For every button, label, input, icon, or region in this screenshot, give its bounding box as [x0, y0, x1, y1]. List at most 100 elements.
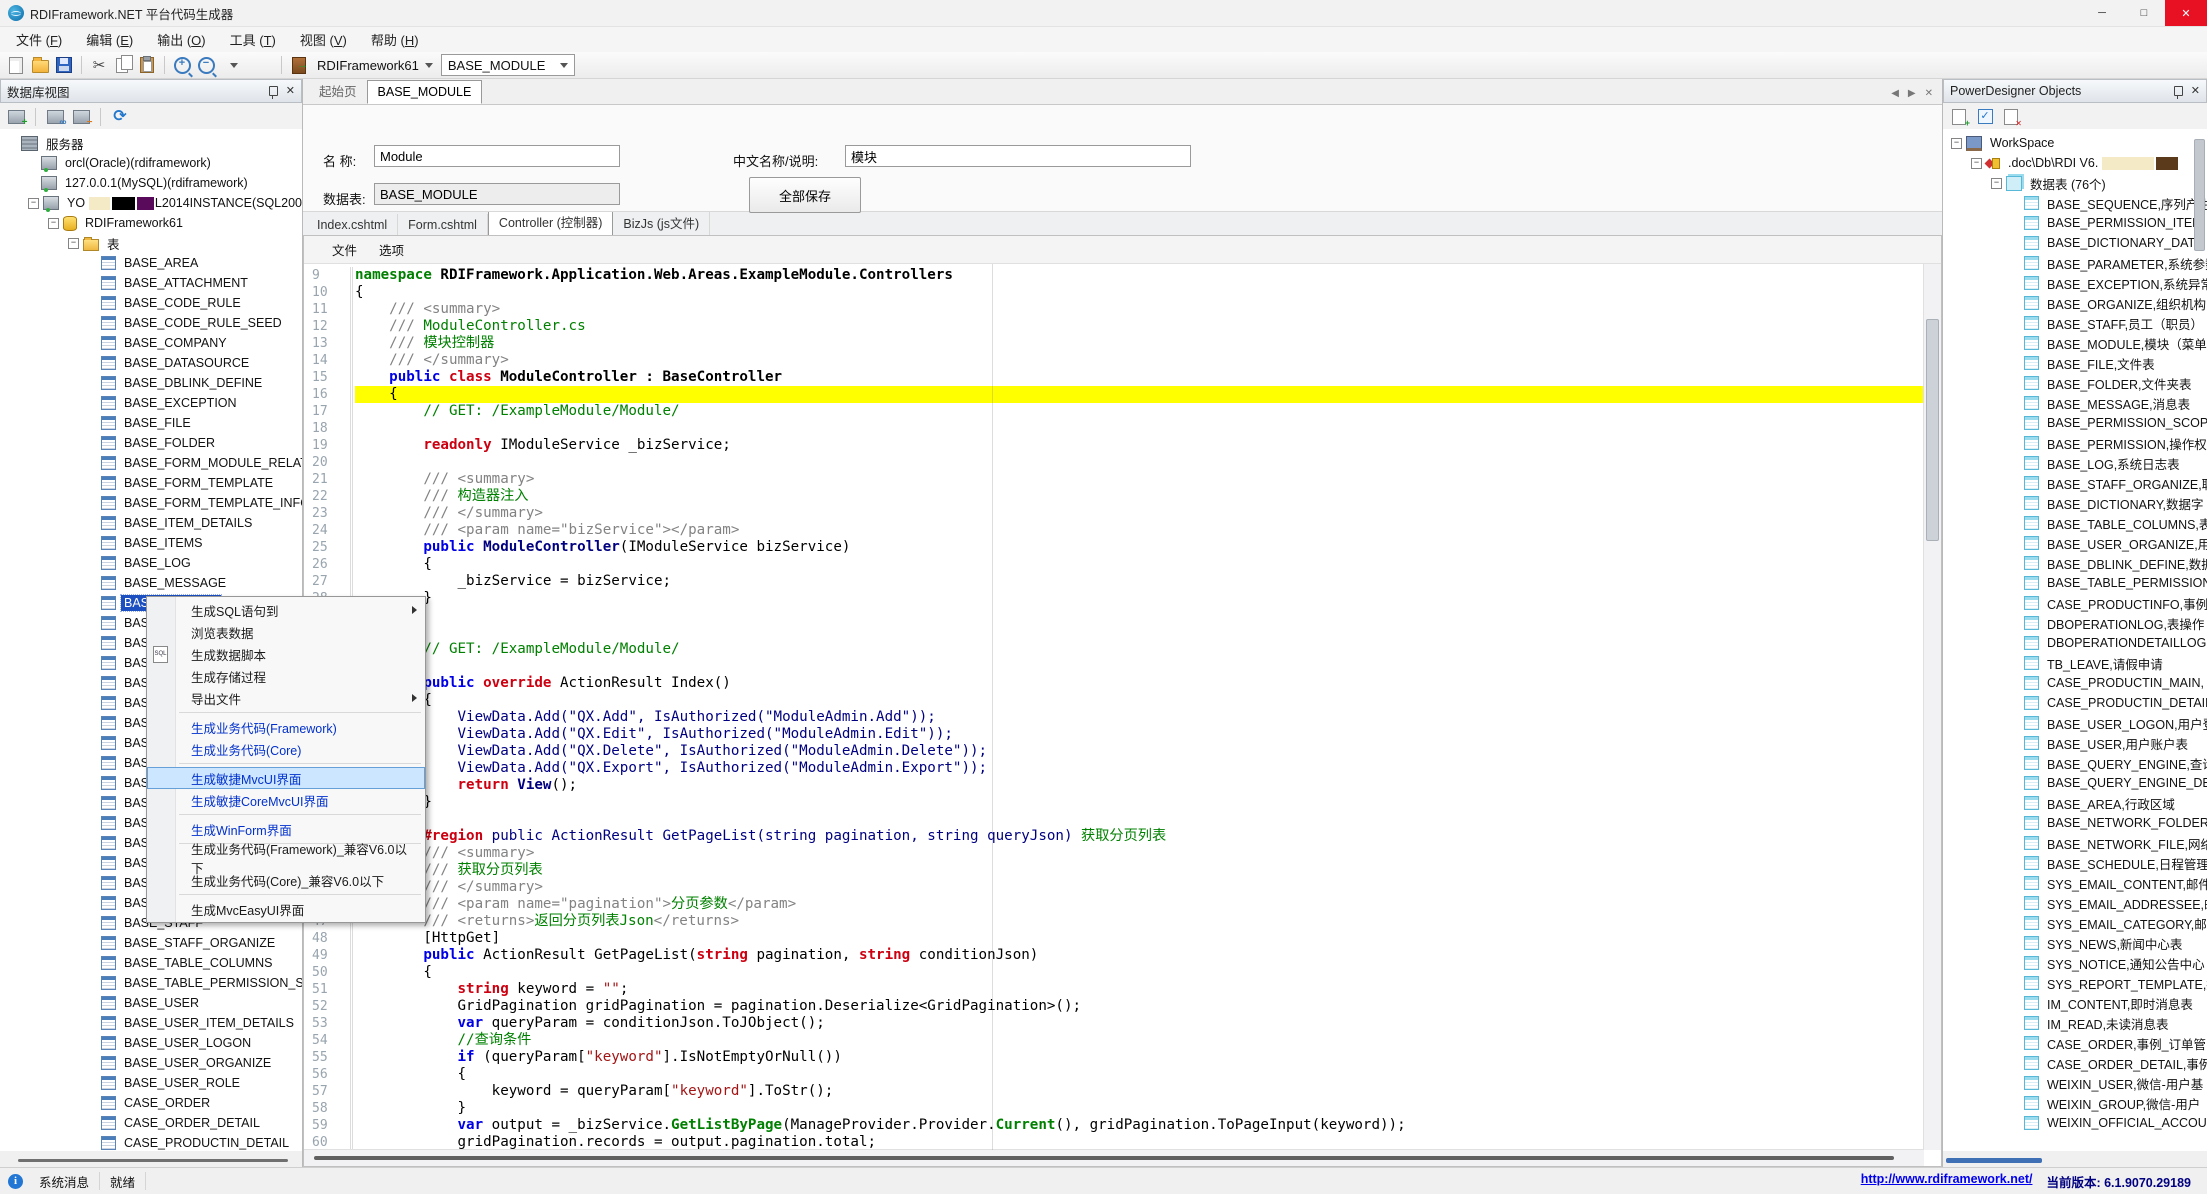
tree-table-row[interactable]: BASE_USER_ITEM_DETAILS — [0, 1013, 302, 1033]
tree-table-row[interactable]: BASE_QUERY_ENGINE,查询 — [1943, 753, 2207, 773]
tree-table-row[interactable]: BASE_STAFF,员工（职员） — [1943, 313, 2207, 333]
menubar-item[interactable]: 工具 (T) — [218, 27, 288, 52]
code-file-tab[interactable]: BizJs (js文件) — [613, 209, 710, 236]
tree-table-row[interactable]: WEIXIN_OFFICIAL_ACCOU — [1943, 1113, 2207, 1133]
exit-connection-button[interactable] — [289, 55, 309, 75]
context-menu-item[interactable]: 生成业务代码(Framework)_兼容V6.0以下 — [147, 847, 425, 869]
pin-icon[interactable] — [269, 86, 278, 96]
tree-table-row[interactable]: BASE_DBLINK_DEFINE — [0, 373, 302, 393]
tree-table-row[interactable]: BASE_FILE — [0, 413, 302, 433]
context-menu-item[interactable]: 生成存储过程 — [147, 665, 425, 687]
context-menu-item[interactable]: 生成SQL语句到 — [147, 599, 425, 621]
left-horizontal-scrollbar[interactable] — [18, 1159, 288, 1162]
tree-table-row[interactable]: BASE_MODULE,模块（菜单 — [1943, 333, 2207, 353]
paste-button[interactable] — [137, 55, 157, 75]
tree-table-row[interactable]: BASE_PERMISSION_SCOP — [1943, 413, 2207, 433]
tree-table-row[interactable]: BASE_DATASOURCE — [0, 353, 302, 373]
project-combo[interactable]: RDIFramework61 — [313, 55, 437, 75]
tree-table-row[interactable]: BASE_CODE_RULE — [0, 293, 302, 313]
tree-table-row[interactable]: BASE_FILE,文件表 — [1943, 353, 2207, 373]
tree-table-row[interactable]: BASE_AREA — [0, 253, 302, 273]
context-menu-item[interactable]: 生成敏捷CoreMvcUI界面 — [147, 789, 425, 811]
open-file-button[interactable] — [30, 55, 50, 75]
name-input[interactable] — [374, 145, 620, 167]
tree-table-row[interactable]: BASE_STAFF_ORGANIZE,职 — [1943, 473, 2207, 493]
menubar-item[interactable]: 文件 (F) — [4, 27, 74, 52]
tree-table-row[interactable]: BASE_PERMISSION,操作权 — [1943, 433, 2207, 453]
editor-vertical-scrollbar[interactable] — [1923, 264, 1941, 1150]
tree-table-row[interactable]: BASE_MESSAGE,消息表 — [1943, 393, 2207, 413]
tree-node[interactable]: −WorkSpace — [1943, 133, 2207, 153]
scrollbar-thumb[interactable] — [1926, 319, 1939, 541]
context-menu-item[interactable]: 生成敏捷MvcUI界面 — [147, 767, 425, 789]
context-menu-item[interactable]: 生成MvcEasyUI界面 — [147, 898, 425, 920]
editor-menu-item[interactable]: 选项 — [369, 237, 414, 262]
menubar-item[interactable]: 帮助 (H) — [359, 27, 431, 52]
tree-table-row[interactable]: BASE_NETWORK_FILE,网络 — [1943, 833, 2207, 853]
tree-table-row[interactable]: CASE_PRODUCTIN_DETAIL — [0, 1133, 302, 1151]
maximize-button[interactable]: □ — [2123, 0, 2165, 26]
tree-table-row[interactable]: SYS_EMAIL_CONTENT,邮件 — [1943, 873, 2207, 893]
tab-scroll-right-icon[interactable]: ▶ — [1905, 87, 1919, 100]
tree-table-row[interactable]: BASE_CODE_RULE_SEED — [0, 313, 302, 333]
save-button[interactable] — [54, 55, 74, 75]
table-input[interactable] — [374, 183, 620, 205]
tree-table-row[interactable]: CASE_ORDER — [0, 1093, 302, 1113]
tree-node[interactable]: −表 — [0, 233, 302, 253]
expand-toggle-icon[interactable]: − — [1991, 178, 2002, 189]
tree-table-row[interactable]: BASE_AREA,行政区域 — [1943, 793, 2207, 813]
tree-table-row[interactable]: BASE_FORM_MODULE_RELATIO — [0, 453, 302, 473]
tree-node[interactable]: −YOL2014INSTANCE(SQL200 — [0, 193, 302, 213]
tree-table-row[interactable]: SYS_EMAIL_ADDRESSEE,邮 — [1943, 893, 2207, 913]
table-combo[interactable]: BASE_MODULE — [441, 54, 575, 76]
code-file-tab[interactable]: Index.cshtml — [307, 214, 398, 236]
tree-node[interactable]: −数据表 (76个) — [1943, 173, 2207, 193]
tree-table-row[interactable]: BASE_PARAMETER,系统参数 — [1943, 253, 2207, 273]
tree-table-row[interactable]: CASE_ORDER_DETAIL,事例 — [1943, 1053, 2207, 1073]
tree-table-row[interactable]: BASE_TABLE_COLUMNS,表 — [1943, 513, 2207, 533]
tree-table-row[interactable]: BASE_SEQUENCE,序列产生 — [1943, 193, 2207, 213]
tree-table-row[interactable]: BASE_USER_ORGANIZE — [0, 1053, 302, 1073]
tree-table-row[interactable]: DBOPERATIONDETAILLOG — [1943, 633, 2207, 653]
expand-toggle-icon[interactable]: − — [28, 198, 39, 209]
tree-table-row[interactable]: WEIXIN_USER,微信-用户基 — [1943, 1073, 2207, 1093]
tree-table-row[interactable]: BASE_DICTIONARY,数据字 — [1943, 493, 2207, 513]
code-file-tab[interactable]: Form.cshtml — [398, 214, 488, 236]
tree-table-row[interactable]: BASE_ORGANIZE,组织机构 — [1943, 293, 2207, 313]
context-menu-item[interactable]: 导出文件 — [147, 687, 425, 709]
copy-button[interactable] — [113, 55, 133, 75]
tree-table-row[interactable]: BASE_USER_LOGON — [0, 1033, 302, 1053]
tree-node[interactable]: −RDIFramework61 — [0, 213, 302, 233]
close-button[interactable]: ✕ — [2165, 0, 2207, 26]
context-menu-item[interactable]: 浏览表数据 — [147, 621, 425, 643]
expand-toggle-icon[interactable]: − — [68, 238, 79, 249]
tree-table-row[interactable]: BASE_STAFF_ORGANIZE — [0, 933, 302, 953]
tree-table-row[interactable]: BASE_LOG — [0, 553, 302, 573]
document-tab[interactable]: 起始页 — [309, 77, 367, 104]
save-all-button[interactable]: 全部保存 — [749, 177, 861, 213]
tree-table-row[interactable]: WEIXIN_GROUP,微信-用户 — [1943, 1093, 2207, 1113]
tree-table-row[interactable]: BASE_COMPANY — [0, 333, 302, 353]
tree-table-row[interactable]: BASE_ITEM_DETAILS — [0, 513, 302, 533]
menubar-item[interactable]: 编辑 (E) — [74, 27, 145, 52]
tree-table-row[interactable]: SYS_NOTICE,通知公告中心 — [1943, 953, 2207, 973]
expand-toggle-icon[interactable]: − — [1951, 138, 1962, 149]
editor-menu-item[interactable]: 文件 — [322, 237, 367, 262]
tree-table-row[interactable]: BASE_TABLE_PERMISSION_SCO — [0, 973, 302, 993]
tree-table-row[interactable]: BASE_USER,用户账户表 — [1943, 733, 2207, 753]
check-items-button[interactable]: ✓ — [1975, 107, 1995, 127]
tree-table-row[interactable]: BASE_FOLDER — [0, 433, 302, 453]
tree-table-row[interactable]: TB_LEAVE,请假申请 — [1943, 653, 2207, 673]
tree-table-row[interactable]: BASE_FOLDER,文件夹表 — [1943, 373, 2207, 393]
tree-table-row[interactable]: CASE_PRODUCTIN_DETAIL — [1943, 693, 2207, 713]
tree-table-row[interactable]: BASE_USER_LOGON,用户登 — [1943, 713, 2207, 733]
close-panel-icon[interactable]: ✕ — [286, 86, 295, 96]
zoom-in-button[interactable]: + — [172, 55, 192, 75]
code-editor[interactable]: 文件选项 91011121314151617181920212223242526… — [303, 235, 1942, 1167]
remove-server-button[interactable] — [71, 107, 91, 127]
document-tab[interactable]: BASE_MODULE — [367, 80, 483, 104]
tree-table-row[interactable]: CASE_PRODUCTINFO,事例 — [1943, 593, 2207, 613]
close-panel-icon[interactable]: ✕ — [2191, 86, 2200, 96]
font-combo[interactable] — [220, 55, 274, 75]
zoom-out-button[interactable]: − — [196, 55, 216, 75]
